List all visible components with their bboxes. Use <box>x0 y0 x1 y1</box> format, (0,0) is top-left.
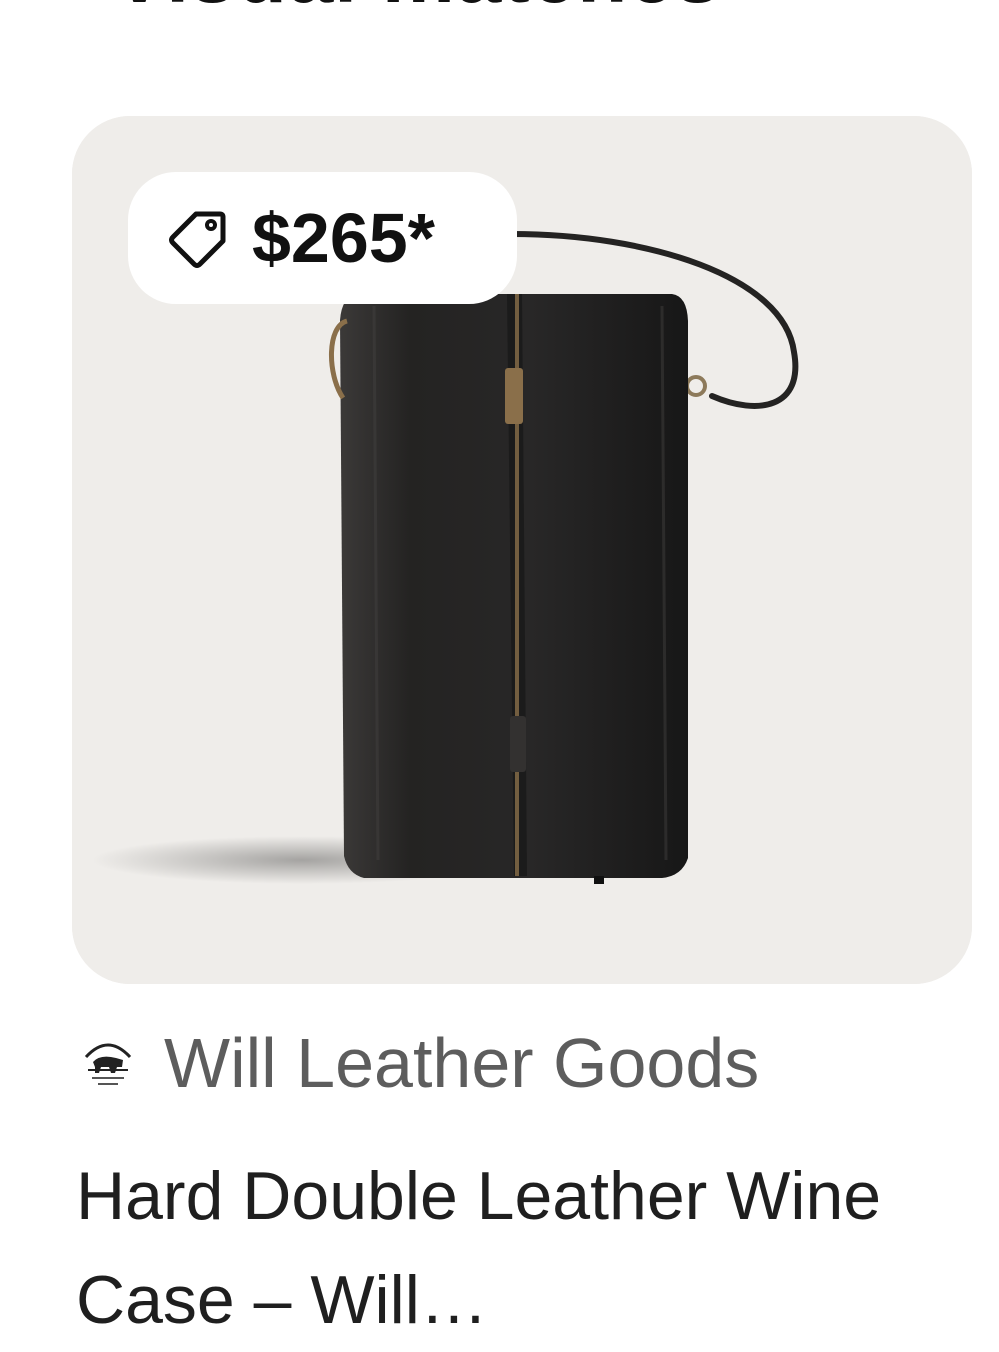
seller-name: Will Leather Goods <box>164 1024 760 1102</box>
product-card[interactable]: $265* Will Leather Goods Hard Double Lea… <box>72 116 972 1338</box>
product-title[interactable]: Hard Double Leather Wine Case – Will… <box>76 1144 926 1352</box>
seller-logo-icon <box>76 1031 140 1095</box>
seller-row[interactable]: Will Leather Goods <box>72 1020 972 1106</box>
tag-icon <box>169 211 226 268</box>
zipper-pull <box>505 368 523 424</box>
price-tag[interactable]: $265* <box>128 172 517 304</box>
price-label: $265* <box>252 199 435 277</box>
product-image-frame[interactable]: $265* <box>72 116 972 984</box>
zipper-pull-secondary <box>510 716 526 772</box>
section-title: Visual matches <box>112 0 722 16</box>
